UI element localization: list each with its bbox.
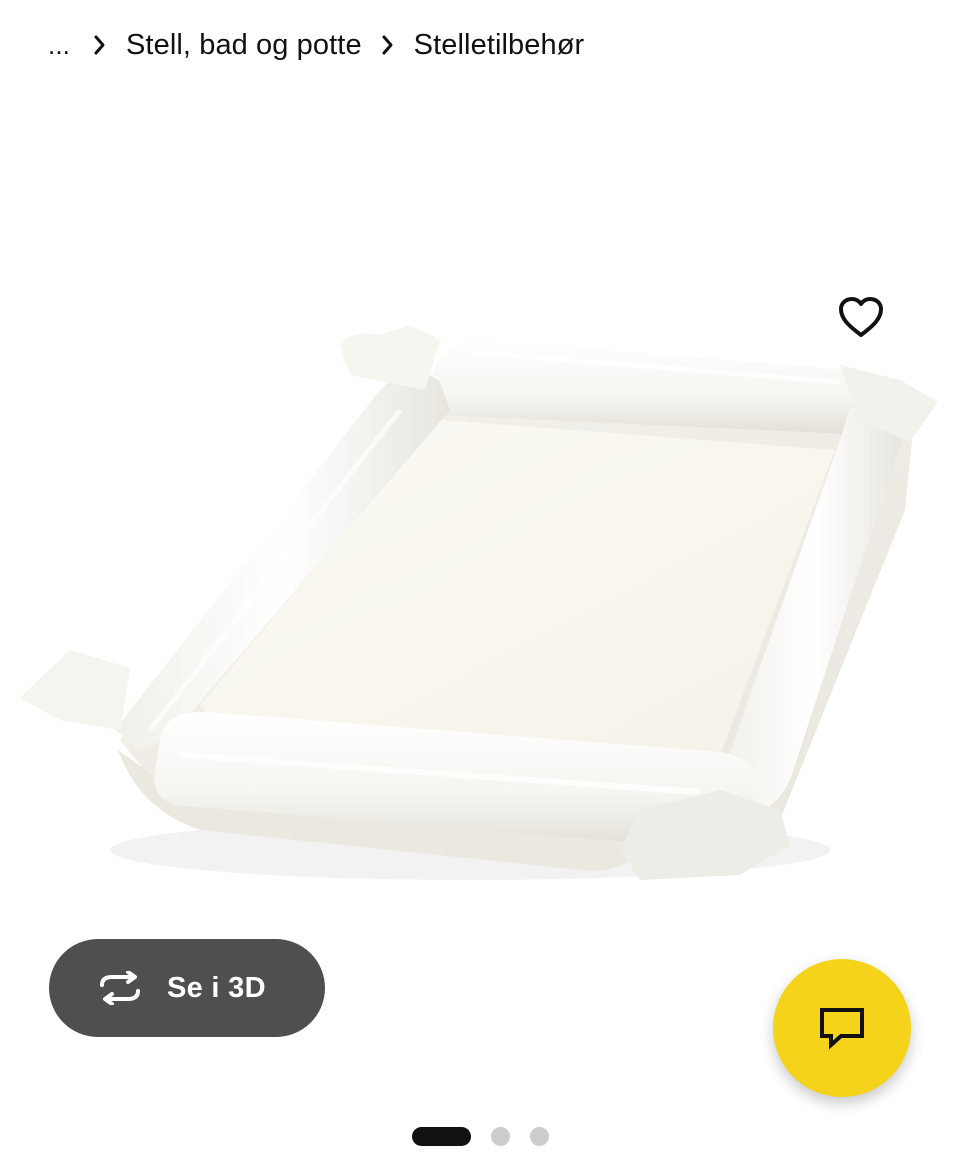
pager-dot-1[interactable]: [411, 1126, 471, 1146]
breadcrumb: ... Stell, bad og potte Stelletilbehør: [48, 22, 584, 68]
chevron-right-icon: [74, 34, 126, 56]
pager-dot-3[interactable]: [529, 1126, 549, 1146]
favorite-button[interactable]: [830, 286, 892, 348]
breadcrumb-ellipsis[interactable]: ...: [48, 30, 74, 61]
speech-bubble-icon: [820, 1008, 864, 1050]
chevron-right-icon: [362, 34, 414, 56]
image-pager: [0, 1125, 960, 1147]
chat-button[interactable]: [773, 959, 911, 1097]
breadcrumb-item-stell-bad-og-potte[interactable]: Stell, bad og potte: [126, 29, 362, 62]
view-in-3d-button[interactable]: Se i 3D: [49, 939, 325, 1037]
pager-dot-2[interactable]: [490, 1126, 510, 1146]
heart-outline-icon: [839, 297, 883, 337]
view-in-3d-label: Se i 3D: [167, 971, 266, 1004]
breadcrumb-item-stelletilbehor[interactable]: Stelletilbehør: [414, 29, 585, 62]
rotate-360-icon: [93, 968, 147, 1008]
